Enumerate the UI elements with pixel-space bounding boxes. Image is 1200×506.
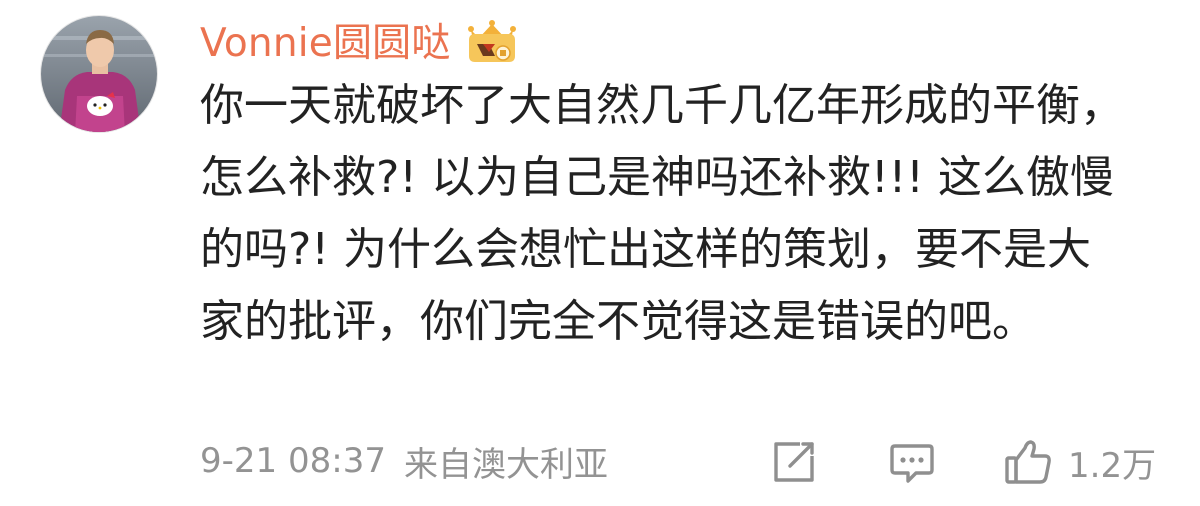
timestamp: 9-21 08:37 bbox=[200, 441, 386, 481]
avatar-image bbox=[41, 16, 157, 132]
thumbs-up-icon bbox=[1005, 440, 1051, 484]
repost-icon bbox=[774, 442, 814, 482]
vip-crown-icon[interactable] bbox=[463, 16, 521, 64]
comment-meta: 9-21 08:37 来自澳大利亚 bbox=[200, 434, 608, 488]
like-button[interactable]: 1.2万 bbox=[1004, 438, 1156, 486]
reply-button[interactable] bbox=[888, 438, 936, 486]
comment-item: Vonnie圆圆哒 你一天就破坏了大自然几千几亿年形成的平衡，怎么补救?! 以为… bbox=[0, 0, 1200, 506]
comment-footer: 9-21 08:37 来自澳大利亚 1.2万 bbox=[200, 434, 1170, 488]
avatar[interactable] bbox=[40, 15, 158, 133]
username-row: Vonnie圆圆哒 bbox=[200, 14, 521, 66]
comment-text: 你一天就破坏了大自然几千几亿年形成的平衡，怎么补救?! 以为自己是神吗还补救!!… bbox=[200, 80, 1124, 347]
repost-button[interactable] bbox=[770, 438, 818, 486]
comment-icon bbox=[890, 444, 934, 483]
username[interactable]: Vonnie圆圆哒 bbox=[200, 12, 451, 68]
like-count: 1.2万 bbox=[1068, 445, 1157, 486]
source-location: 来自澳大利亚 bbox=[403, 444, 608, 485]
